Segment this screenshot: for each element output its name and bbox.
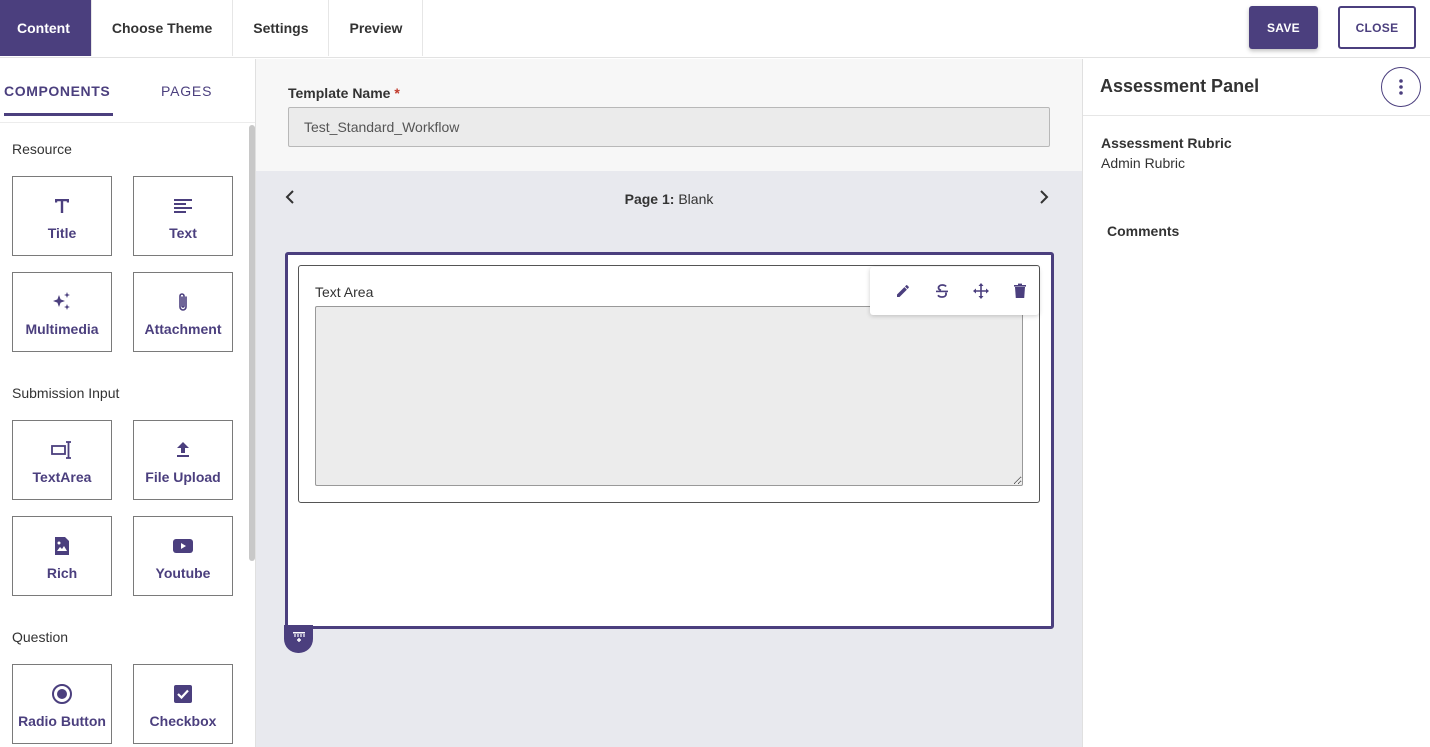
close-button[interactable]: CLOSE [1338, 6, 1416, 49]
assessment-panel-header: Assessment Panel [1083, 59, 1430, 116]
component-youtube[interactable]: Youtube [133, 516, 233, 596]
text-area-label: Text Area [315, 284, 374, 300]
youtube-icon [172, 535, 194, 557]
editor-canvas: Template Name * Page 1: Blank Text Area [256, 59, 1082, 747]
tab-preview[interactable]: Preview [329, 0, 424, 56]
editor-tabs: Content Choose Theme Settings Preview [0, 0, 424, 56]
page-title: Page 1: Blank [624, 191, 714, 207]
sidebar-tabs: COMPONENTS PAGES [0, 59, 255, 123]
page-frame[interactable]: Text Area [285, 252, 1054, 629]
upload-icon [175, 439, 191, 461]
text-field-icon [51, 439, 73, 461]
template-name-input[interactable] [288, 107, 1050, 147]
checkbox-icon [173, 683, 193, 705]
component-toolbar [870, 267, 1039, 315]
add-section-handle[interactable] [284, 625, 313, 653]
component-title[interactable]: Title [12, 176, 112, 256]
active-tab-indicator [4, 113, 113, 116]
component-rich[interactable]: Rich [12, 516, 112, 596]
required-asterisk: * [394, 85, 400, 101]
section-submission-input: Submission Input [12, 385, 120, 401]
edit-icon[interactable] [884, 271, 923, 311]
section-question: Question [12, 629, 69, 645]
component-text[interactable]: Text [133, 176, 233, 256]
assessment-rubric-value: Admin Rubric [1101, 155, 1186, 171]
paperclip-icon [176, 291, 190, 313]
text-area-input[interactable] [315, 306, 1023, 486]
radio-button-icon [51, 683, 73, 705]
strikethrough-icon[interactable] [923, 271, 962, 311]
sparkle-icon [51, 291, 73, 313]
component-file-upload[interactable]: File Upload [133, 420, 233, 500]
component-radio-button[interactable]: Radio Button [12, 664, 112, 744]
component-attachment[interactable]: Attachment [133, 272, 233, 352]
component-multimedia[interactable]: Multimedia [12, 272, 112, 352]
tab-settings[interactable]: Settings [233, 0, 330, 56]
template-name-label: Template Name * [288, 85, 400, 101]
assessment-rubric-label: Assessment Rubric [1101, 135, 1232, 151]
move-icon[interactable] [962, 271, 1001, 311]
top-bar: Content Choose Theme Settings Preview SA… [0, 0, 1430, 58]
more-options-icon[interactable] [1381, 67, 1421, 107]
sidebar-scrollbar[interactable] [249, 125, 255, 561]
delete-icon[interactable] [1000, 271, 1039, 311]
rich-document-icon [53, 535, 71, 557]
text-align-icon [173, 195, 193, 217]
tab-components[interactable]: COMPONENTS [4, 83, 110, 99]
text-area-component[interactable]: Text Area [298, 265, 1040, 503]
section-resource: Resource [12, 141, 72, 157]
component-checkbox[interactable]: Checkbox [133, 664, 233, 744]
page-navigator: Page 1: Blank [256, 171, 1082, 227]
assessment-panel-title: Assessment Panel [1100, 76, 1260, 96]
components-sidebar: COMPONENTS PAGES Resource Title Text Mul… [0, 59, 256, 747]
add-row-icon [292, 630, 306, 648]
tab-choose-theme[interactable]: Choose Theme [92, 0, 234, 56]
chevron-right-icon[interactable] [1038, 189, 1050, 210]
title-icon [53, 195, 71, 217]
tab-content[interactable]: Content [0, 0, 92, 56]
tab-pages[interactable]: PAGES [161, 83, 212, 99]
save-button[interactable]: SAVE [1249, 6, 1318, 49]
comments-label: Comments [1107, 223, 1180, 239]
template-name-section: Template Name * [256, 59, 1082, 171]
component-textarea[interactable]: TextArea [12, 420, 112, 500]
assessment-panel: Assessment Panel Assessment Rubric Admin… [1082, 59, 1430, 747]
